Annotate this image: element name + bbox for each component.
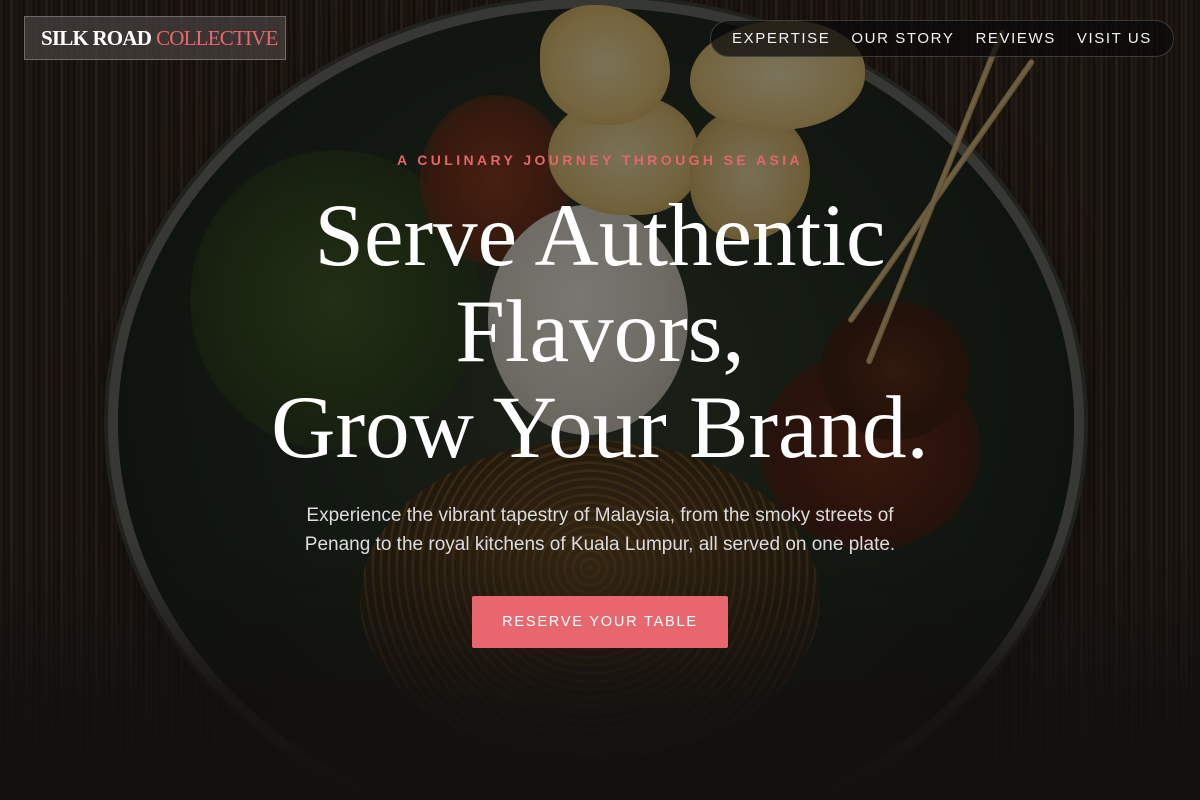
nav-item-our-story[interactable]: OUR STORY bbox=[851, 30, 954, 47]
hero-eyebrow: A CULINARY JOURNEY THROUGH SE ASIA bbox=[396, 152, 803, 168]
reserve-table-button[interactable]: RESERVE YOUR TABLE bbox=[472, 596, 728, 648]
brand-name-accent: COLLECTIVE bbox=[156, 25, 278, 50]
nav-item-expertise[interactable]: EXPERTISE bbox=[732, 30, 830, 47]
hero-subtitle-line: Experience the vibrant tapestry of Malay… bbox=[306, 505, 894, 526]
hero-title-line: Grow Your Brand. bbox=[271, 379, 929, 477]
brand-logo[interactable]: SILK ROAD COLLECTIVE bbox=[24, 16, 286, 60]
hero-section: SILK ROAD COLLECTIVE EXPERTISE OUR STORY… bbox=[0, 0, 1200, 800]
brand-name-primary: SILK ROAD bbox=[41, 25, 152, 50]
hero-title-line: Serve Authentic bbox=[314, 187, 886, 285]
hero-title: Serve Authentic Flavors, Grow Your Brand… bbox=[0, 188, 1200, 476]
nav-item-visit-us[interactable]: VISIT US bbox=[1077, 30, 1152, 47]
main-nav: EXPERTISE OUR STORY REVIEWS VISIT US bbox=[710, 20, 1174, 57]
hero-title-line: Flavors, bbox=[455, 283, 745, 381]
hero-subtitle-line: Penang to the royal kitchens of Kuala Lu… bbox=[304, 534, 896, 555]
nav-item-reviews[interactable]: REVIEWS bbox=[975, 30, 1055, 47]
hero-subtitle: Experience the vibrant tapestry of Malay… bbox=[260, 501, 940, 559]
